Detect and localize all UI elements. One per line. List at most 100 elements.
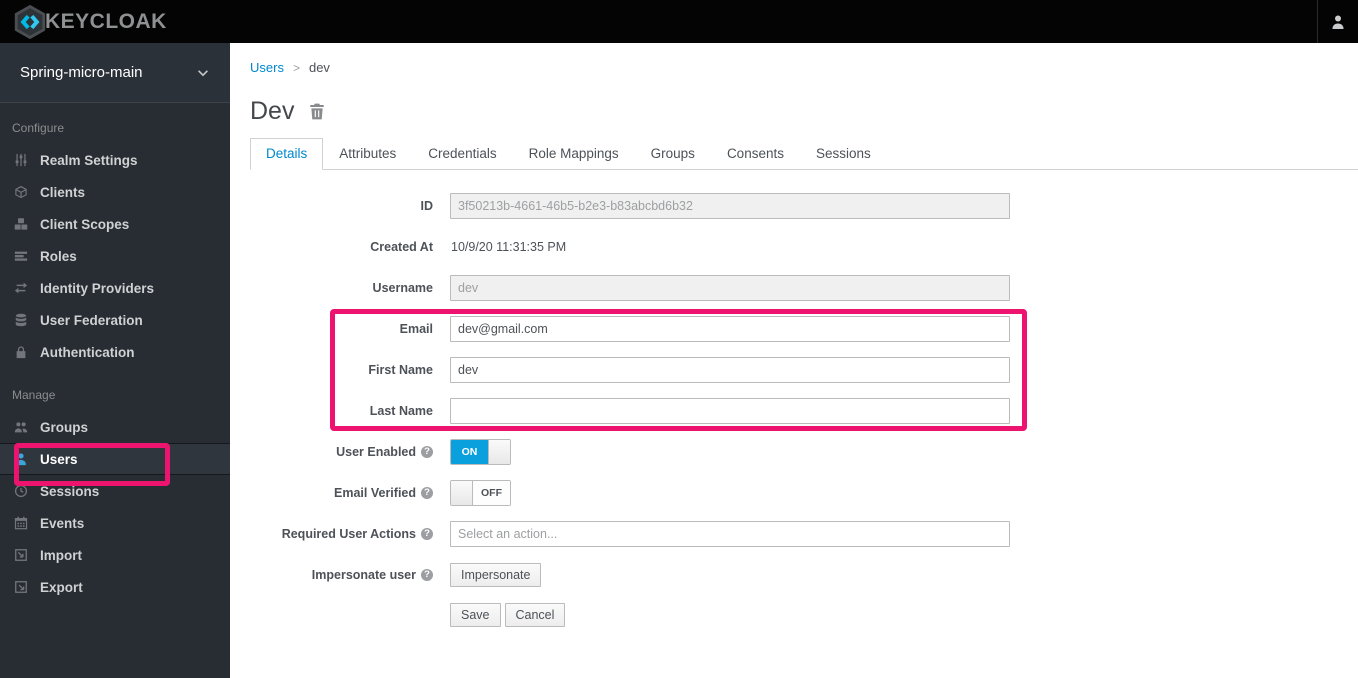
form-row-user-enabled: User Enabled ? ON <box>250 439 1338 465</box>
form-row-first-name: First Name <box>250 357 1338 383</box>
email-verified-toggle[interactable]: OFF <box>450 480 511 506</box>
impersonate-user-label: Impersonate user <box>311 568 416 582</box>
help-icon[interactable]: ? <box>421 487 433 499</box>
email-field[interactable] <box>450 316 1010 342</box>
user-account-icon <box>1332 15 1344 29</box>
sidebar-item-label: Export <box>40 579 83 595</box>
export-icon <box>13 580 29 594</box>
tab-bar: Details Attributes Credentials Role Mapp… <box>250 138 1358 170</box>
help-icon[interactable]: ? <box>421 528 433 540</box>
toggle-knob <box>488 440 510 464</box>
tab-sessions[interactable]: Sessions <box>800 138 887 170</box>
page-title-row: Dev <box>250 96 1338 126</box>
sidebar-item-authentication[interactable]: Authentication <box>0 336 230 368</box>
form-row-last-name: Last Name <box>250 398 1338 424</box>
sliders-icon <box>13 153 29 167</box>
tab-credentials[interactable]: Credentials <box>412 138 512 170</box>
realm-name: Spring-micro-main <box>20 64 143 81</box>
tab-groups[interactable]: Groups <box>635 138 711 170</box>
breadcrumb-current: dev <box>308 60 330 75</box>
first-name-field[interactable] <box>450 357 1010 383</box>
tab-consents[interactable]: Consents <box>711 138 800 170</box>
cancel-button[interactable]: Cancel <box>504 603 566 627</box>
form-actions: Save Cancel <box>450 603 1338 627</box>
user-details-form: ID Created At 10/9/20 11:31:35 PM Userna… <box>250 193 1338 627</box>
nav-heading-manage: Manage <box>12 388 56 402</box>
sidebar-item-label: Roles <box>40 248 77 264</box>
nav-section-manage: Manage Groups Users Sessions Events Impo… <box>0 388 230 603</box>
delete-user-button[interactable] <box>308 102 326 121</box>
toggle-on-label: ON <box>451 440 488 464</box>
id-label: ID <box>420 199 434 213</box>
sidebar: Spring-micro-main Configure Realm Settin… <box>0 43 230 678</box>
sidebar-item-events[interactable]: Events <box>0 507 230 539</box>
sidebar-item-label: Groups <box>40 419 89 435</box>
save-button[interactable]: Save <box>450 603 501 627</box>
calendar-icon <box>13 516 29 530</box>
form-row-email-verified: Email Verified ? OFF <box>250 480 1338 506</box>
sidebar-item-export[interactable]: Export <box>0 571 230 603</box>
sidebar-item-label: Clients <box>40 184 86 200</box>
tab-role-mappings[interactable]: Role Mappings <box>513 138 635 170</box>
keycloak-hexagon-icon <box>14 4 46 39</box>
sidebar-item-user-federation[interactable]: User Federation <box>0 304 230 336</box>
user-icon <box>13 452 29 466</box>
email-label: Email <box>399 322 433 336</box>
toggle-off-label: OFF <box>473 481 510 505</box>
email-verified-label: Email Verified <box>334 486 416 500</box>
sidebar-item-label: Client Scopes <box>40 216 130 232</box>
id-field <box>450 193 1010 219</box>
required-user-actions-label: Required User Actions <box>281 527 416 541</box>
form-row-id: ID <box>250 193 1338 219</box>
required-user-actions-field[interactable] <box>450 521 1010 547</box>
breadcrumb-users-link[interactable]: Users <box>250 60 284 75</box>
group-icon <box>13 420 29 434</box>
breadcrumb: Users > dev <box>250 43 1338 75</box>
main-content: Users > dev Dev Details Attributes Crede… <box>230 43 1358 678</box>
sidebar-item-identity-providers[interactable]: Identity Providers <box>0 272 230 304</box>
database-icon <box>13 313 29 327</box>
chevron-down-icon <box>196 66 210 80</box>
tab-attributes[interactable]: Attributes <box>323 138 412 170</box>
account-menu-button[interactable] <box>1317 0 1358 43</box>
sidebar-item-clients[interactable]: Clients <box>0 176 230 208</box>
keycloak-logo[interactable]: KEYCLOAK <box>0 3 167 41</box>
list-icon <box>13 249 29 263</box>
clock-icon <box>13 484 29 498</box>
first-name-label: First Name <box>368 363 433 377</box>
import-icon <box>13 548 29 562</box>
sidebar-item-label: Events <box>40 515 85 531</box>
form-row-email: Email <box>250 316 1338 342</box>
impersonate-button[interactable]: Impersonate <box>450 563 542 587</box>
sidebar-item-users[interactable]: Users <box>0 443 230 475</box>
trash-icon <box>310 103 325 119</box>
realm-selector[interactable]: Spring-micro-main <box>0 43 230 103</box>
top-header-bar: KEYCLOAK <box>0 0 1358 43</box>
help-icon[interactable]: ? <box>421 446 433 458</box>
sidebar-item-label: Import <box>40 547 82 563</box>
form-row-created-at: Created At 10/9/20 11:31:35 PM <box>250 234 1338 260</box>
username-field <box>450 275 1010 301</box>
last-name-label: Last Name <box>369 404 433 418</box>
user-enabled-toggle[interactable]: ON <box>450 439 511 465</box>
sidebar-item-client-scopes[interactable]: Client Scopes <box>0 208 230 240</box>
last-name-field[interactable] <box>450 398 1010 424</box>
sidebar-item-sessions[interactable]: Sessions <box>0 475 230 507</box>
nav-section-configure: Configure Realm Settings Clients Client … <box>0 121 230 368</box>
help-icon[interactable]: ? <box>421 569 433 581</box>
sidebar-item-groups[interactable]: Groups <box>0 411 230 443</box>
form-row-impersonate: Impersonate user ? Impersonate <box>250 562 1338 588</box>
sidebar-item-import[interactable]: Import <box>0 539 230 571</box>
cube-icon <box>13 185 29 199</box>
sidebar-item-roles[interactable]: Roles <box>0 240 230 272</box>
sidebar-item-label: Identity Providers <box>40 280 155 296</box>
form-row-username: Username <box>250 275 1338 301</box>
page-title: Dev <box>250 97 295 125</box>
sidebar-item-label: Sessions <box>40 483 100 499</box>
sidebar-item-label: Users <box>40 451 78 467</box>
sidebar-item-realm-settings[interactable]: Realm Settings <box>0 144 230 176</box>
tab-details[interactable]: Details <box>250 138 324 170</box>
sidebar-item-label: Authentication <box>40 344 135 360</box>
username-label: Username <box>372 281 433 295</box>
nav-heading-configure: Configure <box>12 121 65 135</box>
